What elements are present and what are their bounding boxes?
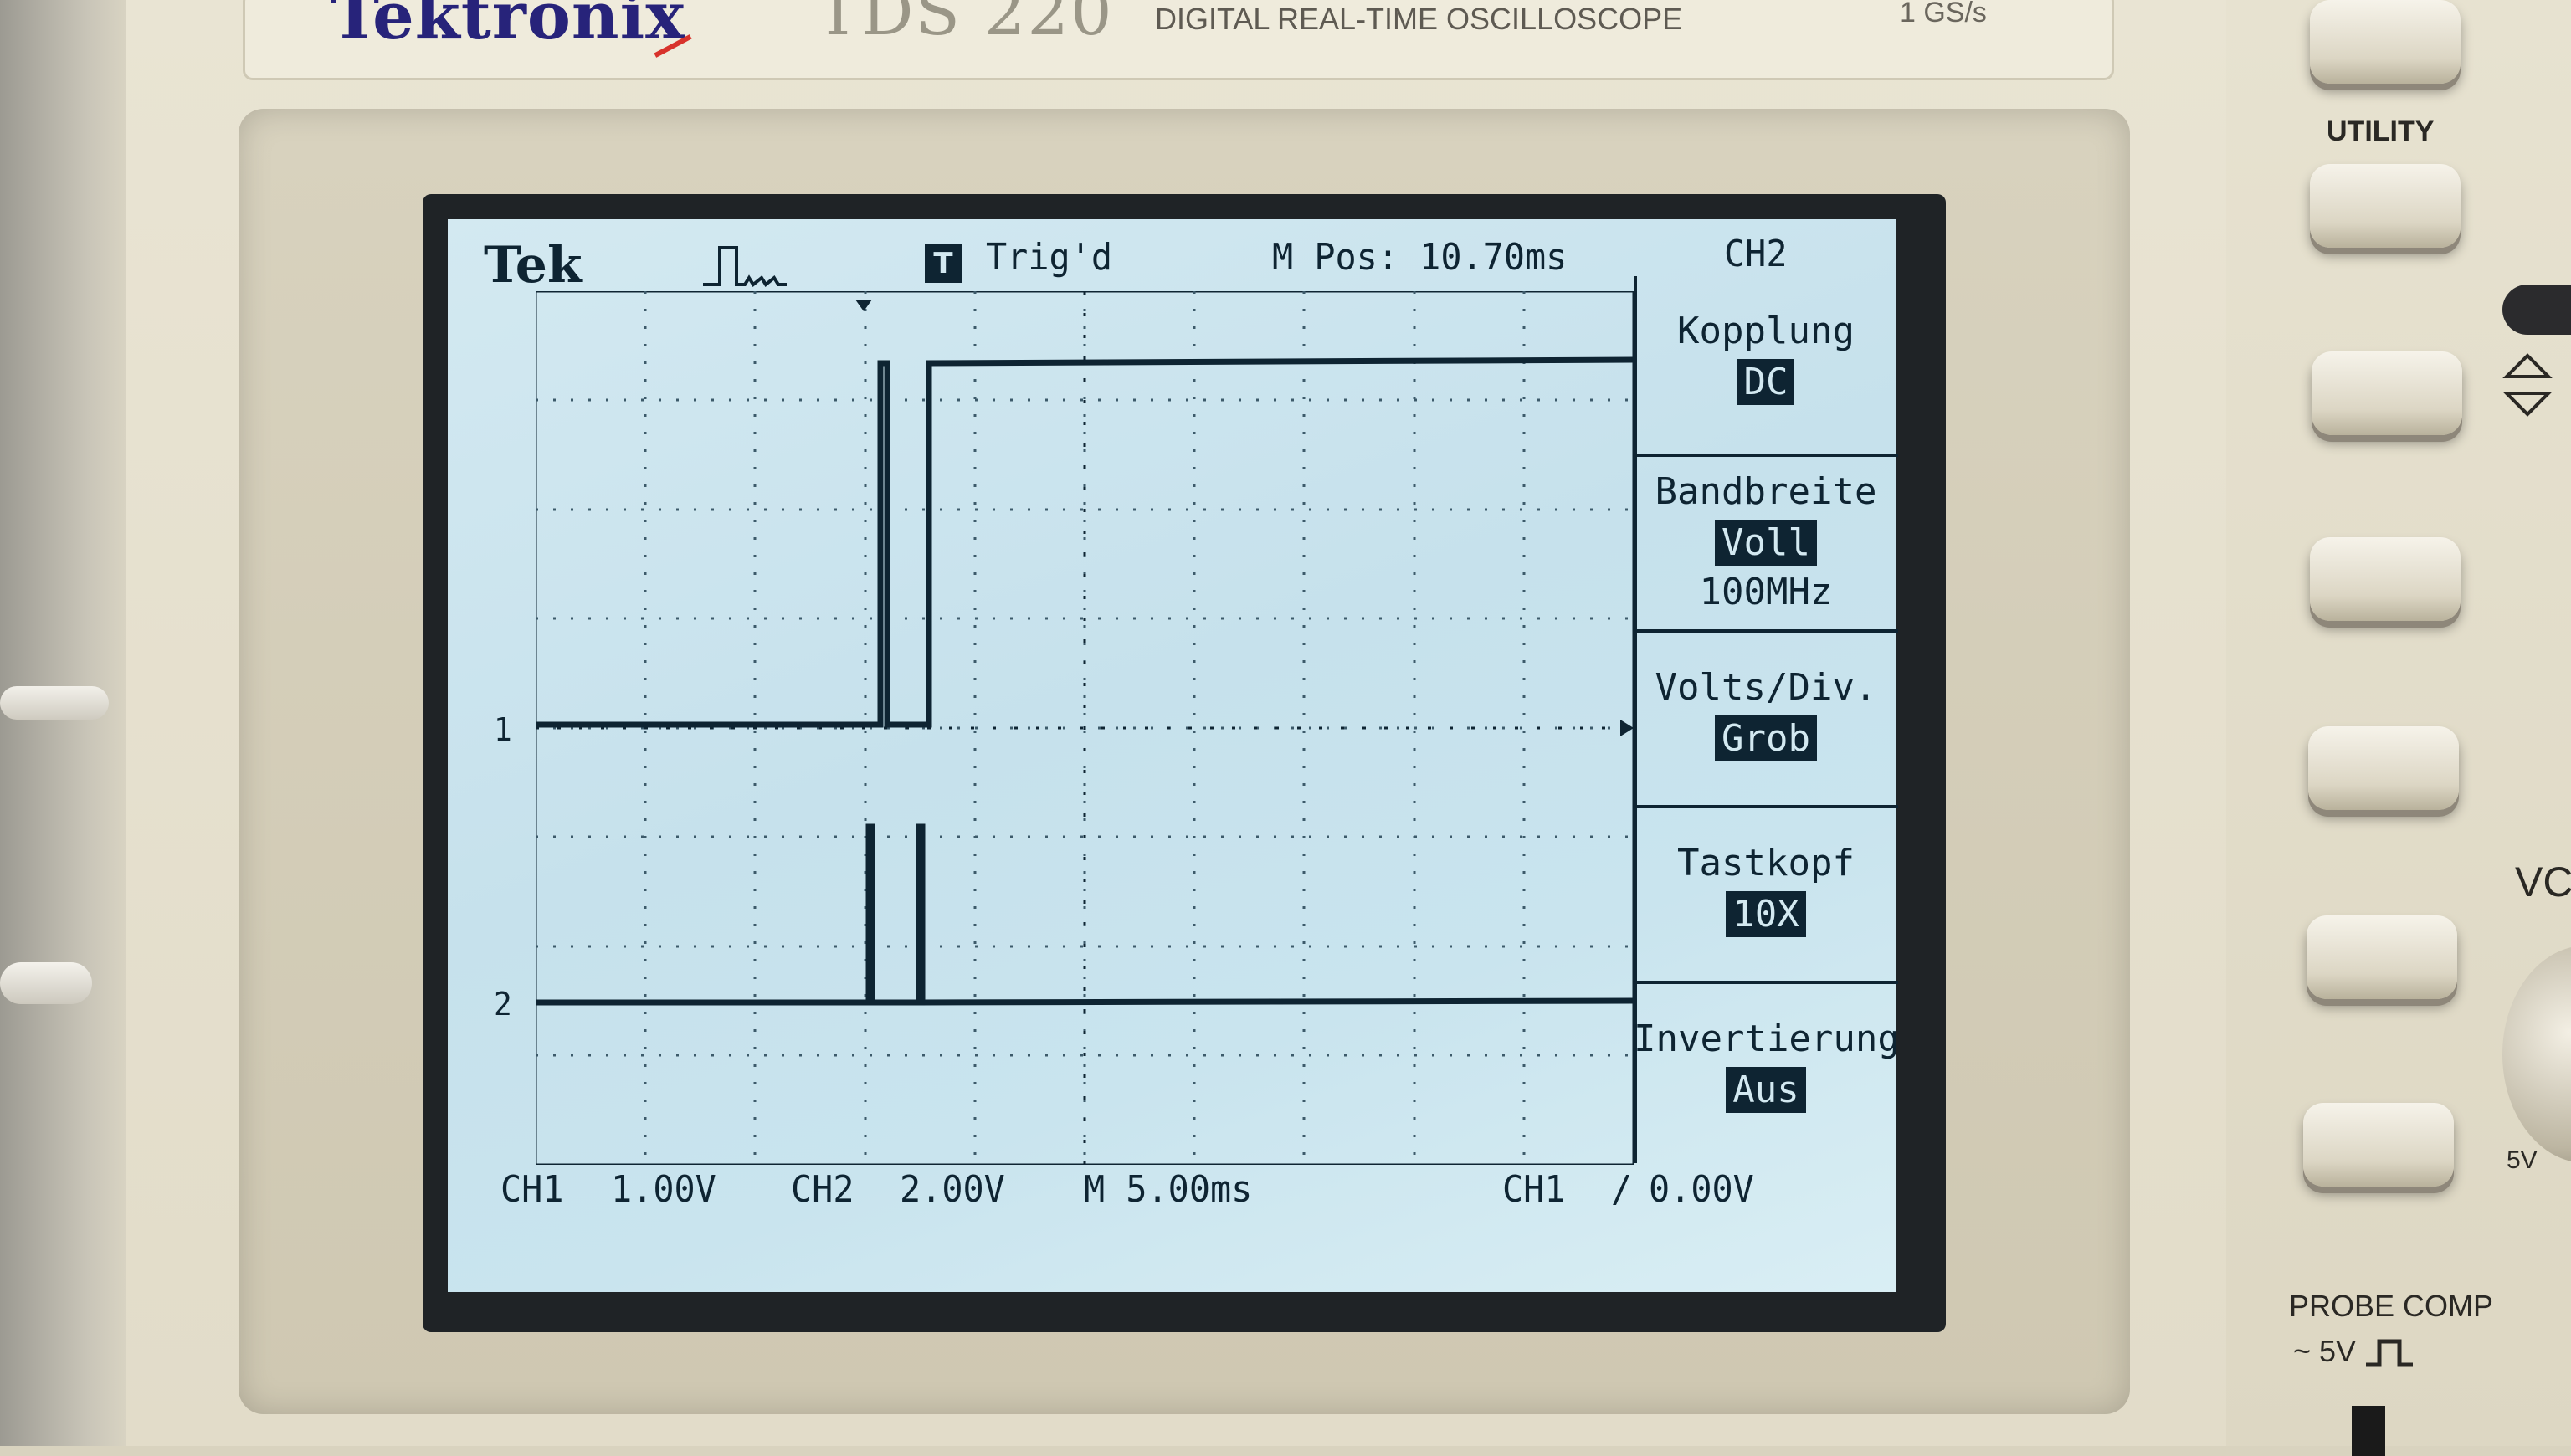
menu-button-2[interactable] <box>2310 537 2461 621</box>
cable <box>0 962 92 1004</box>
acquisition-icon <box>703 246 787 287</box>
status-ch2-label: CH2 <box>791 1168 854 1211</box>
menu-label: Kopplung <box>1677 310 1855 352</box>
menu-value: Voll <box>1715 520 1817 566</box>
probe-comp-terminal[interactable] <box>2352 1406 2385 1456</box>
cable <box>0 686 109 720</box>
status-ch1-scale: 1.00V <box>611 1168 716 1211</box>
trigger-position-marker <box>855 300 872 311</box>
probe-comp-label: PROBE COMP <box>2289 1289 2494 1323</box>
indicator-pill <box>2502 285 2571 335</box>
menu-button-4[interactable] <box>2307 915 2457 999</box>
status-trigger-level: 0.00V <box>1649 1168 1754 1211</box>
menu-value: Aus <box>1726 1067 1806 1113</box>
menu-button-1[interactable] <box>2312 351 2462 435</box>
square-wave-icon <box>2366 1339 2414 1367</box>
probe-comp-sublabel: ~ 5V <box>2293 1334 2414 1370</box>
ch2-ground-marker: 2 <box>494 986 512 1023</box>
menu-item-invertierung: Invertierung Aus <box>1634 981 1900 1163</box>
menu-item-tastkopf: Tastkopf 10X <box>1634 805 1898 981</box>
menu-item-bandbreite: Bandbreite Voll 100MHz <box>1634 454 1898 621</box>
channel-menu: Kopplung DC Bandbreite Voll 100MHz Volts… <box>1634 276 1900 1163</box>
status-ch1-label: CH1 <box>500 1168 564 1211</box>
horizontal-position: M Pos: 10.70ms <box>1272 236 1568 279</box>
trigger-status: Trig'd <box>986 236 1113 279</box>
menu-value: 10X <box>1726 891 1806 937</box>
menu-channel-header: CH2 <box>1724 233 1788 275</box>
menu-item-kopplung: Kopplung DC <box>1634 276 1898 454</box>
ch2-trace <box>536 823 1634 1006</box>
knob-scale-label: 5V <box>2507 1146 2538 1174</box>
menu-item-volts-div: Volts/Div. Grob <box>1634 629 1898 805</box>
status-ch2-scale: 2.00V <box>900 1168 1005 1211</box>
up-down-arrow-icon <box>2502 353 2553 417</box>
status-timebase: M 5.00ms <box>1084 1168 1253 1211</box>
menu-label: Invertierung <box>1634 1018 1900 1060</box>
menu-value: DC <box>1737 359 1795 405</box>
ch1-ground-marker: 1 <box>494 711 512 748</box>
volts-label: VC <box>2515 859 2571 905</box>
tek-logo: Tek <box>484 236 582 295</box>
utility-label: UTILITY <box>2327 115 2435 147</box>
status-trigger-slope: / <box>1611 1168 1633 1211</box>
waveform-graticule <box>536 291 1634 1165</box>
menu-label: Volts/Div. <box>1655 666 1877 709</box>
trigger-level-marker <box>1620 720 1634 736</box>
probe-comp-voltage: ~ 5V <box>2293 1334 2357 1368</box>
utility-button[interactable] <box>2310 164 2461 248</box>
menu-label: Tastkopf <box>1677 842 1855 884</box>
menu-button-5[interactable] <box>2303 1103 2454 1187</box>
brand-logo: Tektronix <box>331 0 685 54</box>
sample-rate: 1 GS/s <box>1900 0 1987 28</box>
menu-label: Bandbreite <box>1655 470 1877 513</box>
trigger-badge: T <box>925 244 962 283</box>
menu-extra: 100MHz <box>1699 571 1833 613</box>
menu-button-3[interactable] <box>2308 726 2459 810</box>
status-trigger-source: CH1 <box>1502 1168 1566 1211</box>
model-name: TDS 220 <box>816 0 1114 50</box>
top-button[interactable] <box>2310 0 2461 84</box>
menu-value: Grob <box>1715 715 1817 761</box>
device-subtitle: DIGITAL REAL-TIME OSCILLOSCOPE <box>1155 2 1683 36</box>
background-desk <box>0 0 126 1446</box>
